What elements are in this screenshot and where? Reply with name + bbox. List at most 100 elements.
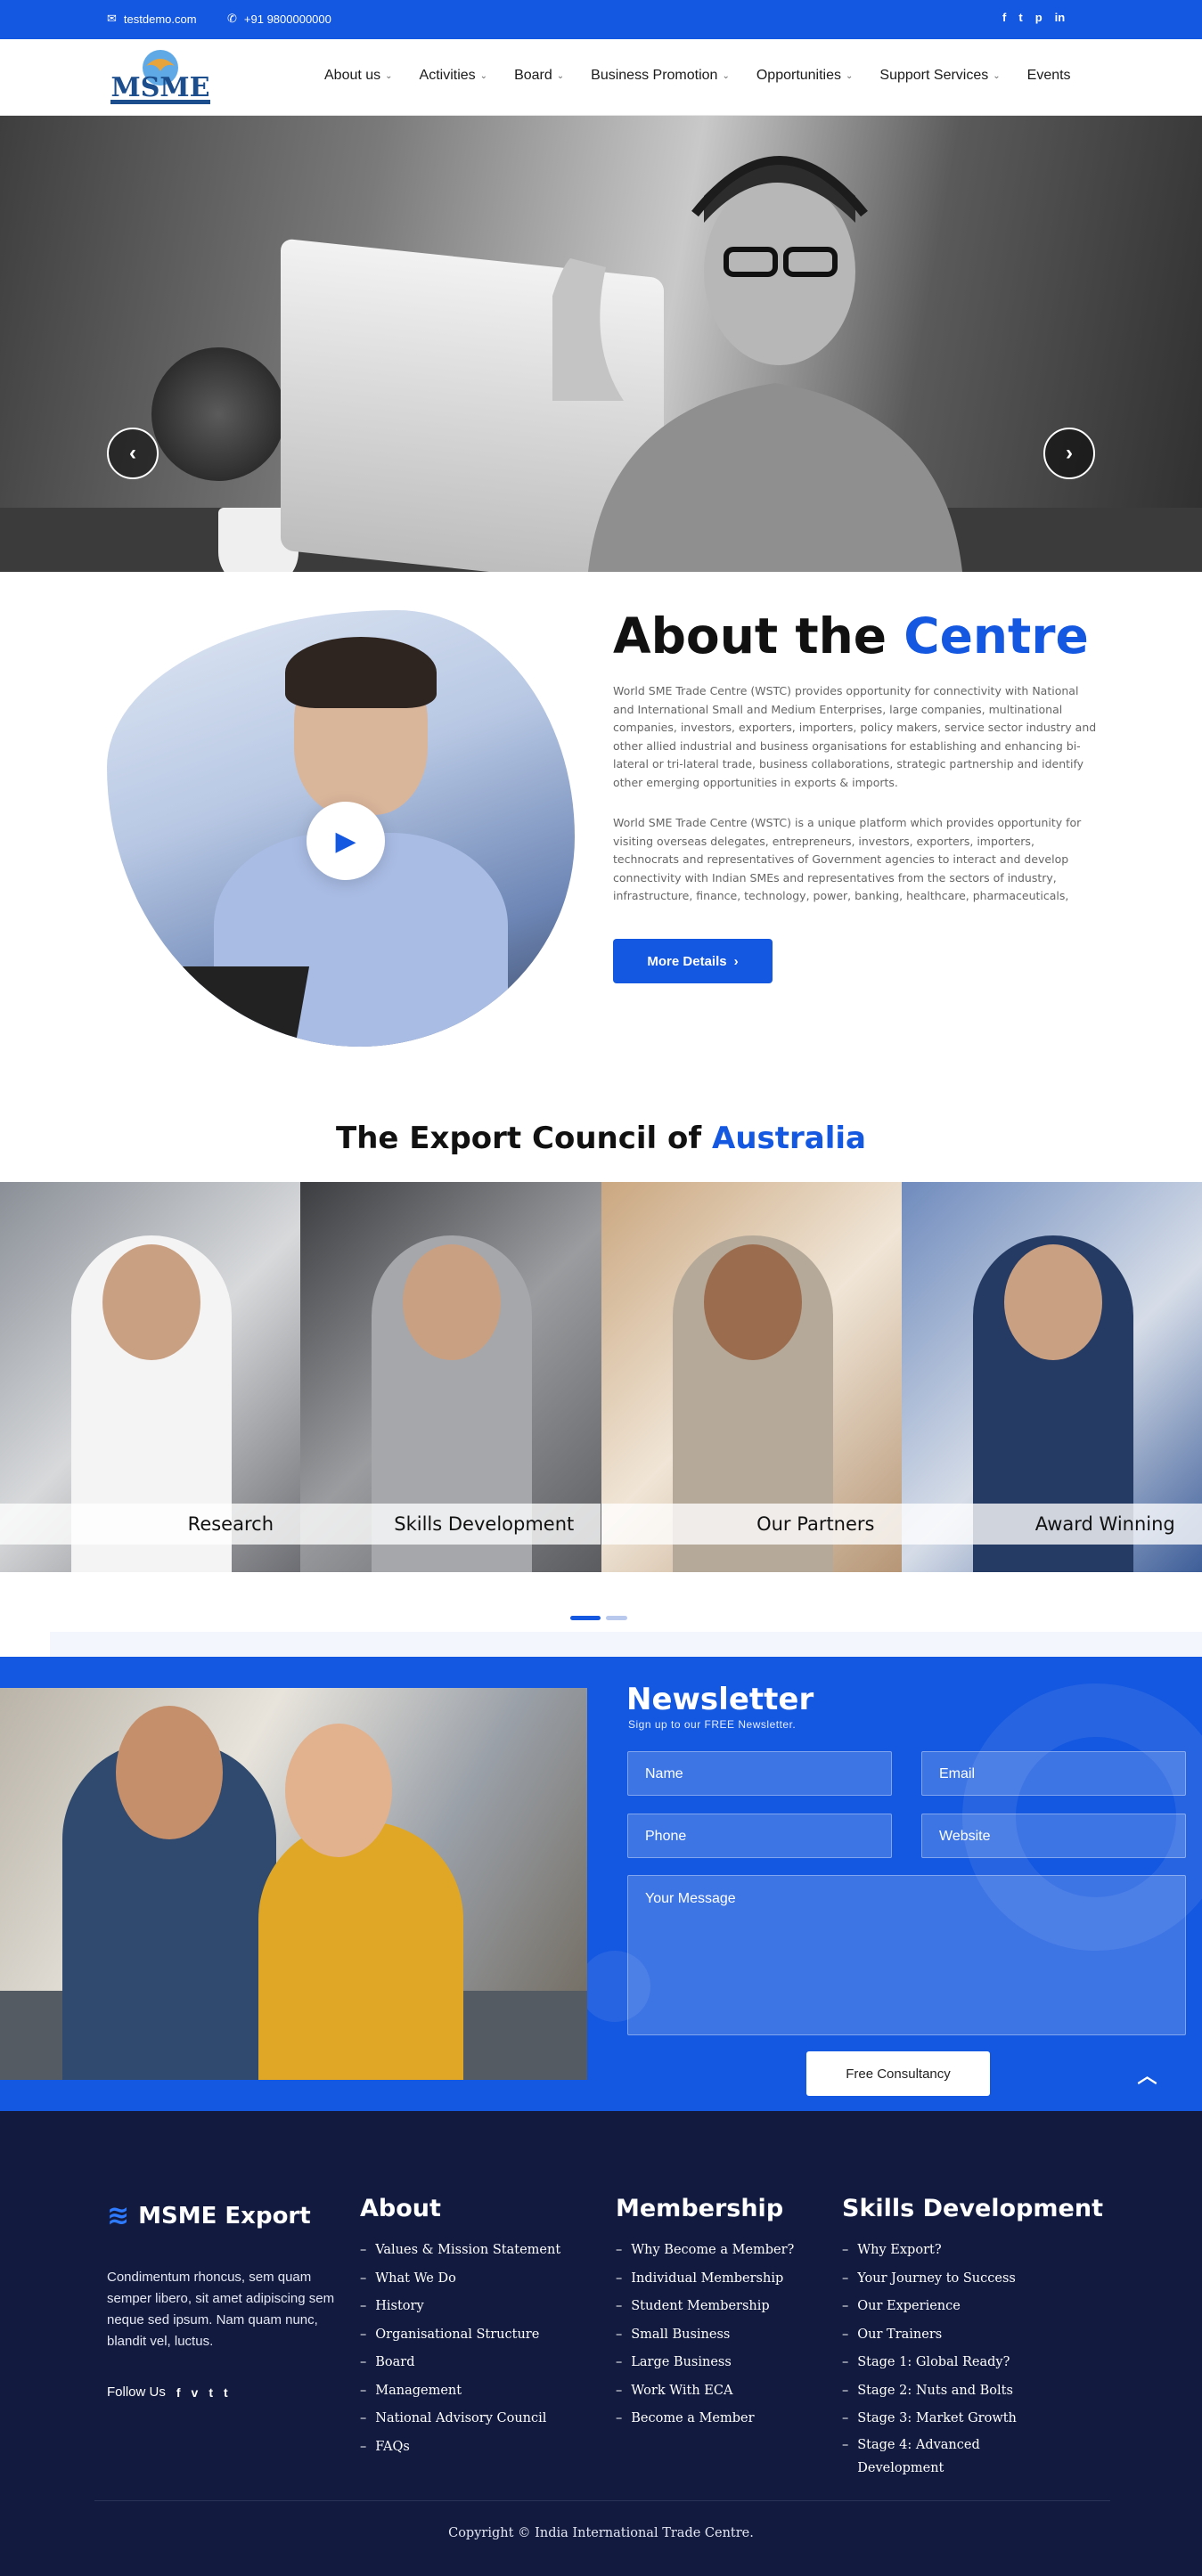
carousel-dot[interactable] [606, 1616, 627, 1620]
twitter-icon[interactable]: t [1018, 11, 1022, 24]
card-face [703, 1244, 802, 1360]
top-phone[interactable]: ✆ +91 9800000000 [227, 12, 331, 26]
footer-link[interactable]: – Large Business [616, 2349, 794, 2377]
card-label: Research [0, 1504, 300, 1545]
card-research[interactable]: Research [0, 1182, 301, 1572]
site-footer: ≋ MSME Export Condimentum rhoncus, sem q… [0, 2111, 1202, 2576]
footer-membership-title: Membership [616, 2195, 784, 2222]
website-field[interactable]: Website [921, 1814, 1186, 1858]
council-title: The Export Council of Australia [0, 1121, 1202, 1156]
footer-link[interactable]: – Organisational Structure [360, 2321, 560, 2350]
photo-woman [258, 1822, 463, 2080]
footer-link[interactable]: – Why Become a Member? [616, 2237, 794, 2265]
footer-link[interactable]: – What We Do [360, 2265, 560, 2294]
footer-link[interactable]: – FAQs [360, 2433, 560, 2462]
pinterest-icon[interactable]: p [1035, 11, 1043, 24]
hero-person-image [552, 156, 962, 572]
facebook-icon[interactable]: f [1002, 11, 1006, 24]
footer-link[interactable]: – Work With ECA [616, 2377, 794, 2406]
vimeo-icon[interactable]: v [192, 2385, 199, 2400]
card-skills-development[interactable]: Skills Development [300, 1182, 601, 1572]
chevron-down-icon: ⌄ [556, 70, 565, 81]
footer-link-label: Board [375, 2355, 415, 2369]
about-person-hair [285, 637, 437, 708]
footer-link[interactable]: – Student Membership [616, 2293, 794, 2321]
footer-link[interactable]: – Become a Member [616, 2405, 794, 2433]
footer-link-label: History [375, 2299, 424, 2313]
footer-link-label: Stage 4: Advanced Development [857, 2437, 980, 2475]
footer-link-label: Management [375, 2383, 462, 2398]
nav-opportunities[interactable]: Opportunities ⌄ [756, 68, 854, 84]
follow-label: Follow Us [107, 2384, 166, 2400]
footer-link-label: Work With ECA [631, 2383, 733, 2398]
phone-icon: ✆ [227, 12, 237, 25]
footer-link-label: Why Become a Member? [631, 2243, 795, 2257]
footer-link[interactable]: – Board [360, 2349, 560, 2377]
email-field[interactable]: Email [921, 1751, 1186, 1796]
name-field[interactable]: Name [627, 1751, 892, 1796]
nav-activities[interactable]: Activities ⌄ [420, 68, 488, 84]
top-email[interactable]: ✉ testdemo.com [107, 12, 197, 26]
card-our-partners[interactable]: Our Partners [601, 1182, 902, 1572]
nav-label: Support Services [879, 68, 989, 83]
nav-about-us[interactable]: About us ⌄ [324, 68, 393, 84]
nav-label: Activities [419, 68, 476, 83]
photo-woman-face [285, 1724, 392, 1857]
footer-link[interactable]: – Why Export? [842, 2237, 1103, 2265]
linkedin-icon[interactable]: in [1055, 11, 1066, 24]
card-face [102, 1244, 200, 1360]
nav-label: Events [1026, 68, 1071, 83]
footer-link[interactable]: – Values & Mission Statement [360, 2237, 560, 2265]
carousel-dot-active[interactable] [570, 1616, 601, 1620]
twitter-icon[interactable]: t [209, 2385, 213, 2400]
scroll-to-top-icon[interactable]: ︿ [1127, 2054, 1167, 2094]
footer-link-label: Student Membership [631, 2299, 770, 2313]
footer-follow: Follow Us f v t t [107, 2384, 228, 2400]
footer-link[interactable]: – Small Business [616, 2321, 794, 2350]
more-details-button[interactable]: More Details › [613, 939, 773, 983]
top-bar: ✉ testdemo.com ✆ +91 9800000000 f t p in [0, 0, 1202, 39]
message-field[interactable]: Your Message [627, 1875, 1186, 2035]
footer-link[interactable]: – Stage 4: Advanced Development [842, 2433, 1029, 2480]
council-cards: Research Skills Development Our Partners… [0, 1182, 1202, 1572]
facebook-icon[interactable]: f [176, 2385, 181, 2400]
nav-label: Business Promotion [591, 68, 718, 83]
top-socials: f t p in [1002, 11, 1065, 24]
footer-link[interactable]: – National Advisory Council [360, 2405, 560, 2433]
play-video-button[interactable]: ▶ [307, 802, 385, 880]
nav-events[interactable]: Events [1027, 68, 1071, 84]
chevron-down-icon: ⌄ [722, 70, 730, 81]
footer-link[interactable]: – Our Trainers [842, 2321, 1103, 2350]
nav-support-services[interactable]: Support Services ⌄ [879, 68, 1000, 84]
footer-link[interactable]: – Stage 3: Market Growth [842, 2405, 1103, 2433]
footer-link[interactable]: – History [360, 2293, 560, 2321]
hero-next-arrow[interactable]: › [1043, 428, 1095, 479]
chevron-down-icon: ⌄ [479, 70, 488, 81]
newsletter-title: Newsletter [626, 1682, 814, 1717]
footer-brand[interactable]: ≋ MSME Export [107, 2200, 311, 2231]
free-consultancy-button[interactable]: Free Consultancy [806, 2051, 990, 2096]
newsletter-photo [0, 1688, 587, 2080]
about-laptop [118, 966, 310, 1038]
footer-link-label: Our Experience [857, 2299, 961, 2313]
tumblr-icon[interactable]: t [224, 2385, 228, 2400]
footer-link[interactable]: – Stage 1: Global Ready? [842, 2349, 1103, 2377]
footer-link[interactable]: – Your Journey to Success [842, 2265, 1103, 2294]
hero-prev-arrow[interactable]: ‹ [107, 428, 159, 479]
card-award-winning[interactable]: Award Winning [901, 1182, 1202, 1572]
nav-board[interactable]: Board ⌄ [514, 68, 564, 84]
footer-link-label: Individual Membership [631, 2270, 784, 2286]
footer-link[interactable]: – Management [360, 2377, 560, 2406]
hero-plant [151, 347, 285, 481]
msme-logo[interactable]: MSME [107, 46, 214, 109]
card-label: Skills Development [300, 1504, 601, 1545]
footer-link-label: Organisational Structure [375, 2327, 540, 2342]
phone-field[interactable]: Phone [627, 1814, 892, 1858]
nav-business-promotion[interactable]: Business Promotion ⌄ [591, 68, 730, 84]
play-icon: ▶ [335, 826, 356, 856]
more-details-label: More Details [647, 953, 727, 969]
newsletter-top-band [50, 1632, 1202, 1657]
footer-link[interactable]: – Our Experience [842, 2293, 1103, 2321]
footer-link[interactable]: – Individual Membership [616, 2265, 794, 2294]
footer-link[interactable]: – Stage 2: Nuts and Bolts [842, 2377, 1103, 2406]
